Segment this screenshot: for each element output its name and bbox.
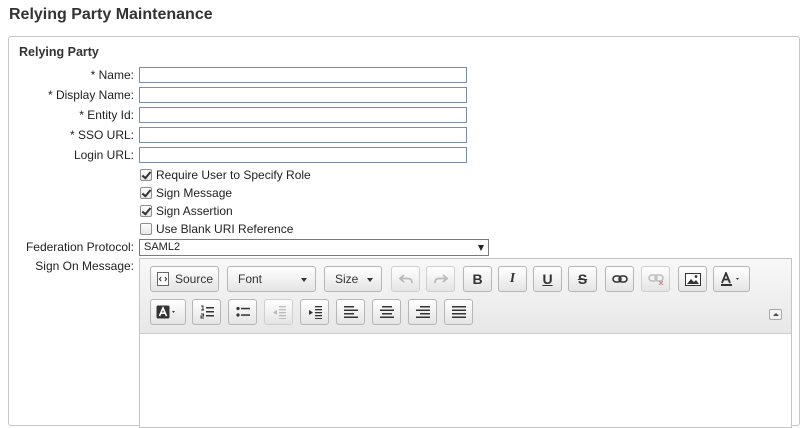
background-color-icon [156, 305, 175, 319]
size-dropdown-icon [367, 278, 373, 282]
editor-content-area[interactable] [140, 335, 791, 427]
text-color-button[interactable] [713, 266, 750, 292]
page-title: Relying Party Maintenance [9, 6, 213, 23]
source-button[interactable]: Source [150, 266, 219, 292]
align-right-icon [415, 306, 430, 318]
page-header: Relying Party Maintenance [0, 0, 804, 36]
size-combo[interactable]: Size [324, 266, 382, 292]
display-name-input[interactable] [139, 87, 467, 103]
sso-url-input[interactable] [139, 127, 467, 143]
image-icon [684, 272, 701, 286]
strikethrough-button[interactable]: S [568, 266, 597, 292]
align-center-button[interactable] [372, 299, 401, 325]
align-left-icon [343, 306, 358, 318]
indent-icon [308, 305, 322, 319]
name-label: * Name: [90, 68, 134, 82]
align-left-button[interactable] [336, 299, 365, 325]
bulleted-list-button[interactable] [228, 299, 257, 325]
link-icon [611, 275, 628, 283]
background-color-button[interactable] [150, 299, 186, 325]
sign-on-message-label: Sign On Message: [35, 259, 134, 273]
strikethrough-icon: S [577, 271, 588, 287]
sign-message-label: Sign Message [156, 186, 233, 200]
panel-title: Relying Party [19, 45, 99, 59]
relying-party-panel: Relying Party * Name: * Display Name: * … [8, 36, 800, 428]
numbered-list-button[interactable] [192, 299, 221, 325]
source-label: Source [174, 272, 214, 286]
federation-protocol-select[interactable]: SAML2 [139, 239, 489, 256]
image-button[interactable] [678, 266, 707, 292]
sign-assertion-label: Sign Assertion [156, 204, 233, 218]
align-right-button[interactable] [408, 299, 437, 325]
underline-icon: U [542, 271, 553, 287]
justify-button[interactable] [444, 299, 473, 325]
indent-button[interactable] [300, 299, 329, 325]
font-dropdown-icon [301, 278, 307, 282]
dropdown-arrow-icon [478, 245, 484, 251]
font-label: Font [238, 272, 263, 286]
collapse-toolbar-icon[interactable] [769, 309, 782, 320]
blank-uri-checkbox[interactable] [140, 223, 152, 235]
redo-icon [433, 274, 448, 284]
link-button[interactable] [605, 266, 634, 292]
sign-message-checkbox[interactable] [140, 187, 152, 199]
entity-id-label: * Entity Id: [79, 108, 134, 122]
outdent-icon [272, 305, 286, 319]
align-center-icon [379, 306, 394, 318]
require-role-label: Require User to Specify Role [156, 168, 311, 182]
source-icon [156, 272, 169, 286]
sign-on-message-editor: Source Font Size B I U S [139, 258, 792, 428]
entity-id-input[interactable] [139, 107, 467, 123]
require-role-checkbox[interactable] [140, 169, 152, 181]
italic-icon: I [509, 271, 516, 286]
font-combo[interactable]: Font [227, 266, 316, 292]
login-url-label: Login URL: [73, 148, 134, 162]
italic-button[interactable]: I [498, 266, 527, 292]
undo-button[interactable] [391, 266, 420, 292]
federation-protocol-value: SAML2 [144, 241, 181, 253]
display-name-label: * Display Name: [47, 88, 134, 102]
undo-icon [398, 274, 413, 284]
login-url-input[interactable] [139, 147, 467, 163]
editor-toolbar: Source Font Size B I U S [140, 259, 791, 334]
numbered-list-icon [200, 305, 214, 319]
bold-button[interactable]: B [463, 266, 492, 292]
unlink-button[interactable] [641, 266, 670, 292]
bold-icon: B [472, 271, 483, 287]
text-color-icon [720, 272, 739, 286]
blank-uri-label: Use Blank URI Reference [156, 222, 294, 236]
bulleted-list-icon [235, 306, 250, 317]
redo-button[interactable] [426, 266, 455, 292]
sign-assertion-checkbox[interactable] [140, 205, 152, 217]
sso-url-label: * SSO URL: [69, 128, 134, 142]
outdent-button[interactable] [264, 299, 293, 325]
justify-icon [451, 306, 466, 318]
underline-button[interactable]: U [533, 266, 562, 292]
size-label: Size [335, 272, 359, 286]
federation-protocol-label: Federation Protocol: [25, 240, 134, 254]
name-input[interactable] [139, 67, 467, 83]
unlink-icon [647, 274, 664, 285]
